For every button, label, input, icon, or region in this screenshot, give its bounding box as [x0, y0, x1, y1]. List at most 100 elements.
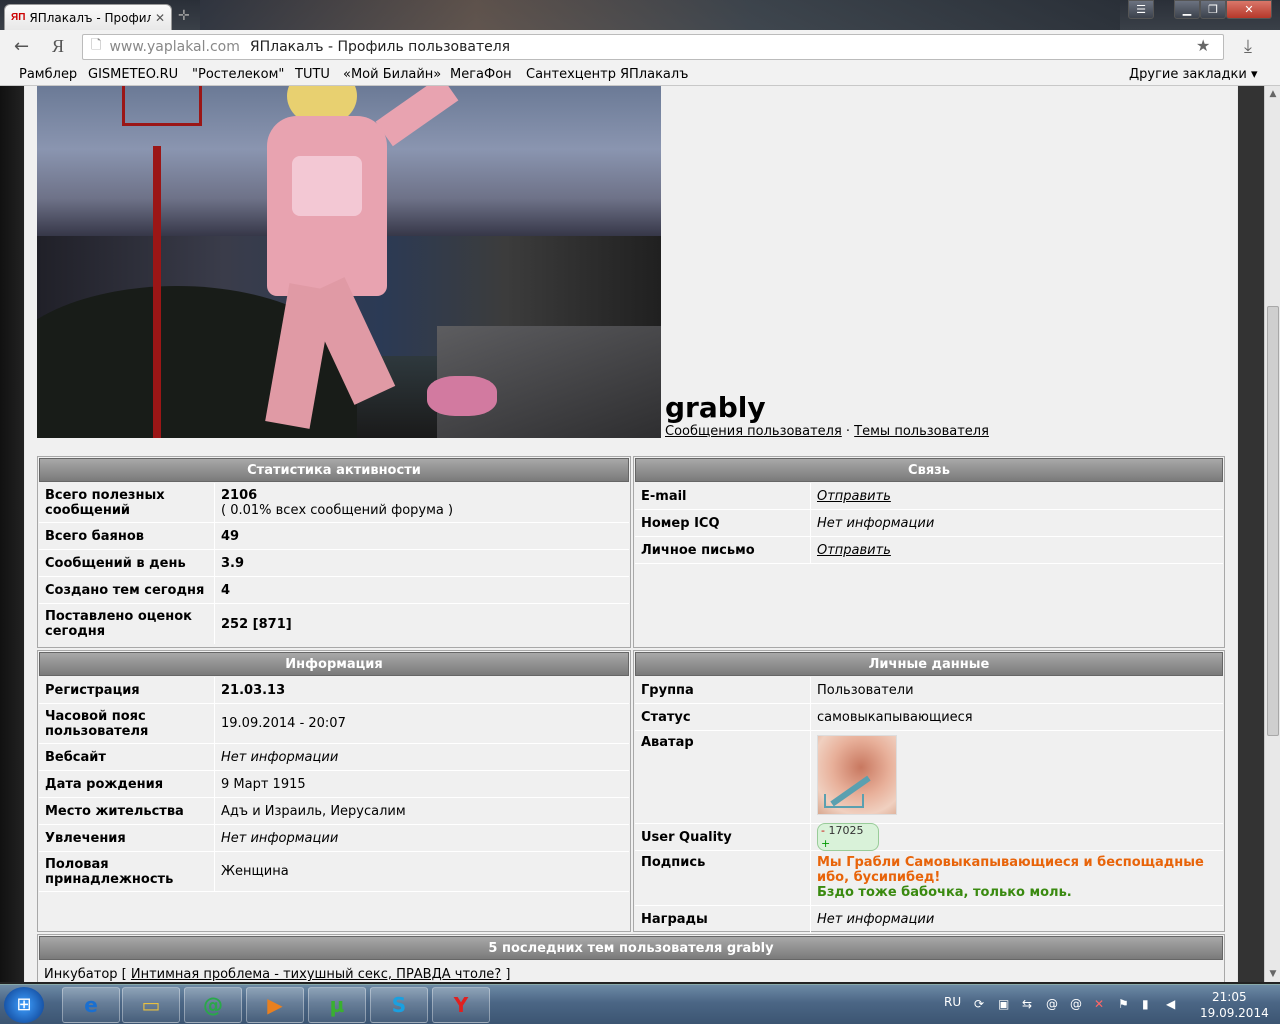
uq-plus-icon[interactable]: +: [821, 837, 830, 850]
topic-item: Инкубатор [ Интимная проблема - тихушный…: [38, 961, 1224, 982]
private-message-link[interactable]: Отправить: [817, 543, 1217, 558]
bookmark-item[interactable]: МегаФон: [450, 67, 512, 82]
browser-tab[interactable]: ЯП ЯПлакалъ - Профиль ✕: [4, 4, 172, 30]
uq-badge[interactable]: - 17025 +: [817, 823, 879, 851]
minimize-button[interactable]: ▁: [1174, 0, 1200, 19]
stats-panel: Статистика активности Всего полезных соо…: [37, 456, 631, 648]
tray-flag-icon[interactable]: ✕: [1094, 997, 1104, 1011]
bookmarks-bar: Рамблер GISMETEO.RU "Ростелеком" TUTU «М…: [0, 64, 1280, 86]
uq-value: 17025: [828, 824, 864, 837]
user-topics-link[interactable]: Темы пользователя: [854, 424, 989, 439]
stat-row: Создано тем сегодня 4: [39, 577, 629, 604]
page-scrollbar[interactable]: ▲ ▼: [1264, 86, 1280, 982]
contact-panel: Связь E-mail Отправить Номер ICQ Нет инф…: [633, 456, 1225, 648]
bookmark-item[interactable]: ЯПлакалъ: [620, 67, 688, 82]
scrollbar-thumb[interactable]: [1267, 306, 1279, 736]
scroll-down-icon[interactable]: ▼: [1265, 966, 1280, 982]
close-window-button[interactable]: ✕: [1226, 0, 1272, 19]
volume-icon[interactable]: ◀: [1166, 997, 1175, 1011]
personal-header: Личные данные: [635, 652, 1223, 676]
personal-row: Аватар: [635, 731, 1223, 824]
bookmark-item[interactable]: TUTU: [295, 67, 330, 82]
close-tab-icon[interactable]: ✕: [155, 11, 165, 25]
back-arrow-icon[interactable]: ←: [14, 36, 29, 57]
action-center-icon[interactable]: ⚑: [1118, 997, 1129, 1011]
download-icon[interactable]: ⤓: [1244, 36, 1252, 57]
user-messages-link[interactable]: Сообщения пользователя: [665, 424, 842, 439]
stat-row: Всего полезных сообщений 2106( 0.01% все…: [39, 483, 629, 523]
contact-label: Личное письмо: [635, 537, 811, 563]
bookmark-item[interactable]: Рамблер: [19, 67, 77, 82]
address-bar[interactable]: 🗋 www.yaplakal.com ЯПлакалъ - Профиль по…: [82, 34, 1224, 60]
tray-app-icon[interactable]: ▣: [998, 997, 1009, 1011]
signal-icon[interactable]: ▮: [1142, 997, 1149, 1011]
email-send-link[interactable]: Отправить: [817, 489, 1217, 504]
topic-bracket-open: [: [117, 967, 131, 982]
personal-row: Подпись Мы Грабли Самовыкапывающиеся и б…: [635, 851, 1223, 906]
stat-row: Поставлено оценок сегодня 252 [871]: [39, 604, 629, 644]
stat-row: Всего баянов 49: [39, 523, 629, 550]
folder-icon[interactable]: ▭: [122, 987, 180, 1023]
status-value: самовыкапывающиеся: [817, 709, 973, 725]
stat-label: Создано тем сегодня: [39, 577, 215, 603]
signature-line-1: Мы Грабли Самовыкапывающиеся и беспощадн…: [817, 855, 1204, 885]
stat-label: Сообщений в день: [39, 550, 215, 576]
info-value: Нет информации: [221, 749, 339, 765]
bookmark-item[interactable]: «Мой Билайн»: [343, 67, 441, 82]
network-share-icon[interactable]: ⇆: [1022, 997, 1032, 1011]
contact-row: Личное письмо Отправить: [635, 537, 1223, 564]
mail-agent-icon[interactable]: @: [184, 987, 242, 1023]
menu-button[interactable]: ☰: [1128, 0, 1154, 19]
link-separator: ·: [841, 424, 855, 439]
scroll-up-icon[interactable]: ▲: [1265, 86, 1280, 102]
page-icon: 🗋: [91, 38, 102, 53]
tray-mail-icon[interactable]: @: [1046, 997, 1058, 1011]
ie-icon[interactable]: e: [62, 987, 120, 1023]
last-topics-panel: 5 последних тем пользователя grably Инку…: [37, 934, 1225, 982]
new-tab-button[interactable]: ✛: [178, 8, 196, 24]
group-label: Группа: [635, 677, 811, 703]
contact-row: Номер ICQ Нет информации: [635, 510, 1223, 537]
signature-line-2: Бздо тоже бабочка, только моль.: [817, 885, 1072, 900]
topic-bracket-close: ]: [501, 967, 511, 982]
bookmark-item[interactable]: "Ростелеком": [192, 67, 284, 82]
info-header: Информация: [39, 652, 629, 676]
clock-date[interactable]: 19.09.2014: [1200, 1006, 1269, 1020]
language-indicator[interactable]: RU: [944, 995, 961, 1009]
clock-time[interactable]: 21:05: [1212, 990, 1247, 1004]
personal-panel: Личные данные Группа Пользователи Статус…: [633, 650, 1225, 933]
bookmark-item[interactable]: GISMETEO.RU: [88, 67, 178, 82]
stats-header: Статистика активности: [39, 458, 629, 482]
info-label: Дата рождения: [39, 771, 215, 797]
start-button[interactable]: ⊞: [4, 987, 44, 1023]
stat-label: Всего баянов: [39, 523, 215, 549]
bookmark-item[interactable]: Сантехцентр: [526, 67, 616, 82]
other-bookmarks[interactable]: Другие закладки ▾: [1129, 67, 1257, 82]
group-value: Пользователи: [817, 682, 914, 698]
info-value: Адъ и Израиль, Иерусалим: [221, 803, 406, 819]
info-row: Увлечения Нет информации: [39, 825, 629, 852]
info-value: Женщина: [221, 864, 289, 879]
info-value: 9 Март 1915: [221, 776, 306, 792]
tray-mail-icon[interactable]: @: [1070, 997, 1082, 1011]
tab-title: ЯПлакалъ - Профиль: [29, 10, 151, 25]
maximize-button[interactable]: ❐: [1200, 0, 1226, 19]
yandex-browser-icon[interactable]: Y: [432, 987, 490, 1023]
media-player-icon[interactable]: ▶: [246, 987, 304, 1023]
uq-minus-icon[interactable]: -: [821, 824, 825, 837]
stat-value: 2106: [221, 487, 258, 503]
info-label: Половая принадлежность: [39, 852, 215, 891]
info-value: Нет информации: [221, 830, 339, 846]
personal-row: Группа Пользователи: [635, 677, 1223, 704]
sync-icon[interactable]: ⟳: [974, 997, 984, 1011]
skype-icon[interactable]: S: [370, 987, 428, 1023]
url-page-title: ЯПлакалъ - Профиль пользователя: [249, 39, 511, 55]
info-row: Дата рождения 9 Март 1915: [39, 771, 629, 798]
stat-subvalue: ( 0.01% всех сообщений форума ): [221, 502, 454, 518]
bookmark-star-icon[interactable]: ★: [1196, 36, 1210, 55]
stat-value: 49: [221, 528, 240, 544]
utorrent-icon[interactable]: µ: [308, 987, 366, 1023]
topic-link[interactable]: Интимная проблема - тихушный секс, ПРАВД…: [131, 967, 501, 982]
yandex-logo-icon[interactable]: Я: [52, 36, 64, 57]
profile-username: grably: [665, 391, 766, 424]
